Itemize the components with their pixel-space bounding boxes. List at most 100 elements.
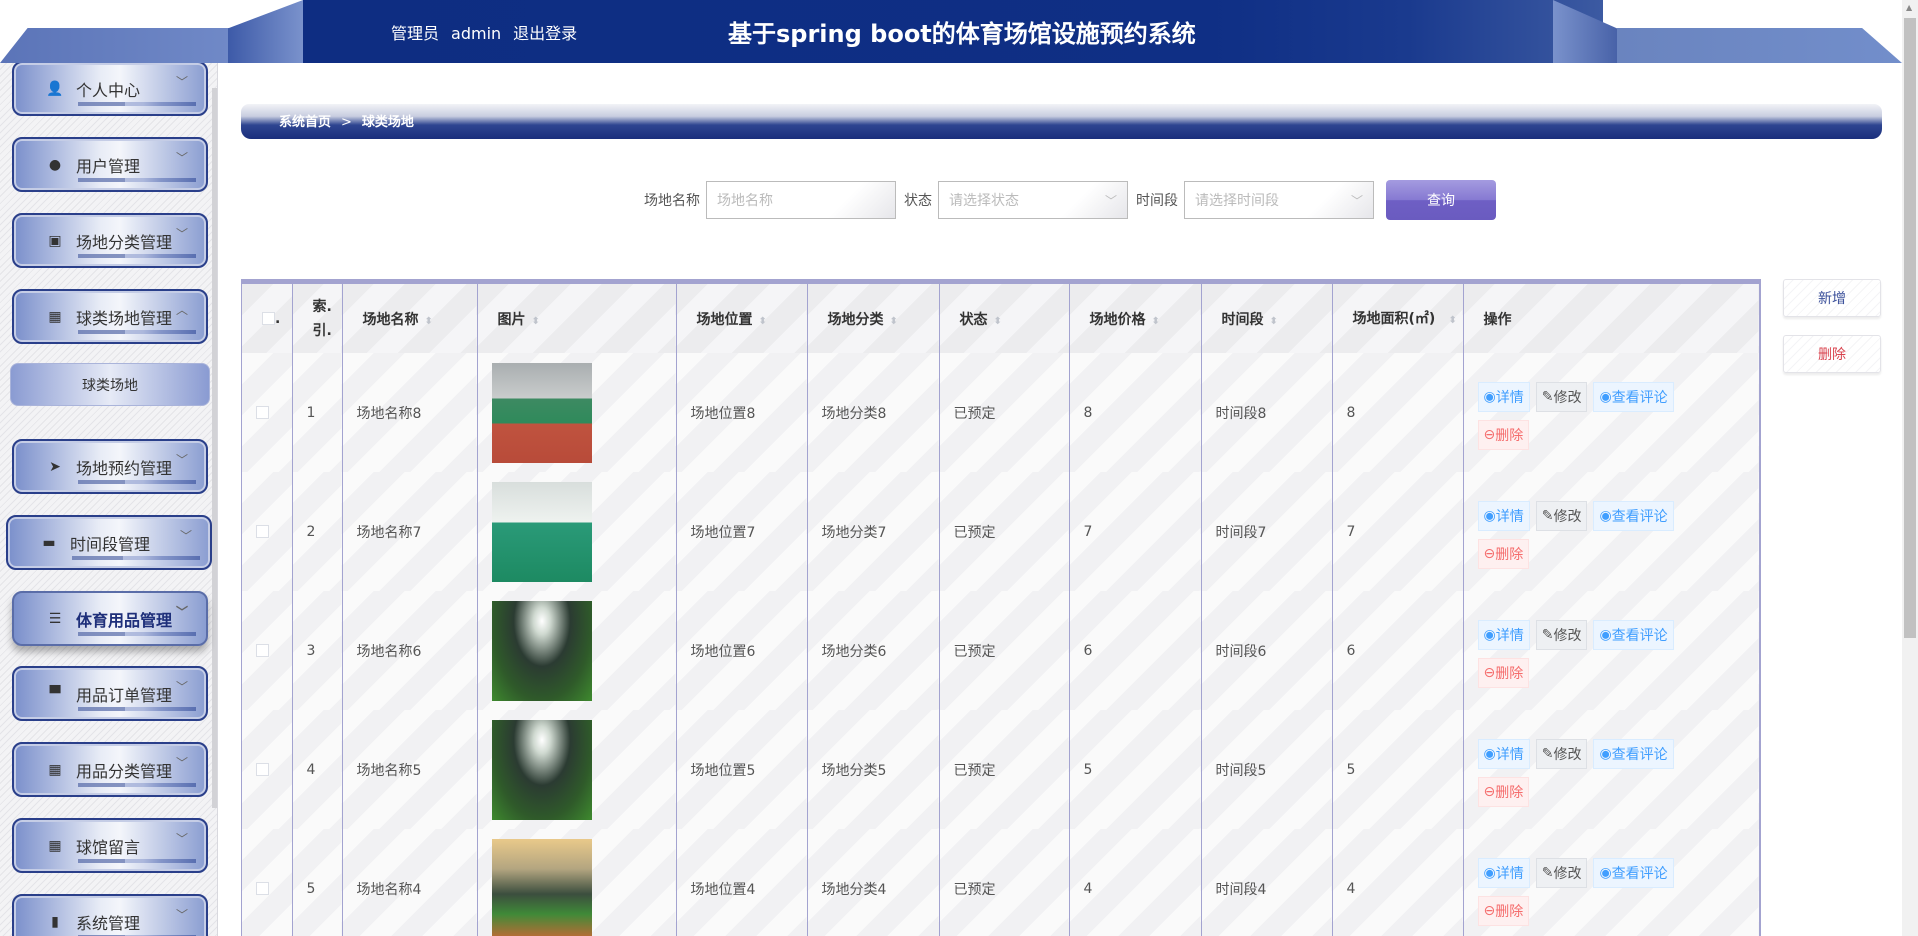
court-image[interactable]	[492, 720, 592, 820]
delete-button[interactable]: ⊖删除	[1478, 539, 1530, 569]
table-header-row: . 索.引.场地名称⬍图片⬍场地位置⬍场地分类⬍状态⬍场地价格⬍时间段⬍场地面积…	[242, 284, 1759, 353]
submenu-item-ball-courts[interactable]: 球类场地	[10, 363, 210, 406]
page-scrollbar[interactable]: ▲	[1902, 0, 1918, 936]
add-button[interactable]: 新增	[1783, 279, 1881, 317]
delete-button[interactable]: ⊖删除	[1478, 777, 1530, 807]
sidebar-item[interactable]: ▦用品分类管理﹀	[12, 742, 208, 797]
sidebar-item[interactable]: ▀用品订单管理﹀	[12, 666, 208, 721]
row-checkbox[interactable]	[256, 406, 269, 419]
sort-icon[interactable]: ⬍	[759, 316, 767, 327]
detail-button[interactable]: ◉详情	[1478, 620, 1530, 650]
chevron-down-icon: ﹀	[176, 678, 188, 695]
status-cell: 已预定	[939, 591, 1069, 710]
row-checkbox-cell[interactable]	[242, 591, 292, 710]
column-header[interactable]: 场地位置⬍	[676, 284, 807, 353]
chevron-down-icon: ﹀	[176, 225, 188, 242]
court-image[interactable]	[492, 482, 592, 582]
comments-button[interactable]: ◉查看评论	[1593, 620, 1673, 650]
sort-icon[interactable]: ⬍	[425, 316, 433, 327]
edit-icon: ✎	[1542, 865, 1554, 881]
sidebar-item[interactable]: ●用户管理﹀	[12, 137, 208, 192]
scroll-up-icon[interactable]: ▲	[1906, 3, 1912, 12]
comments-button[interactable]: ◉查看评论	[1593, 858, 1673, 888]
court-image[interactable]	[492, 839, 592, 936]
delete-button[interactable]: ⊖删除	[1478, 658, 1530, 688]
eye-icon: ◉	[1599, 746, 1611, 762]
edit-button[interactable]: ✎修改	[1536, 382, 1588, 412]
actions-cell: ◉详情✎修改◉查看评论⊖删除	[1463, 829, 1759, 936]
court-image[interactable]	[492, 363, 592, 463]
row-checkbox[interactable]	[256, 763, 269, 776]
sidebar-item[interactable]: ▬时间段管理﹀	[6, 515, 212, 570]
header-label: 场地分类	[828, 312, 884, 328]
eye-icon: ◉	[1599, 389, 1611, 405]
name-input[interactable]: 场地名称	[706, 181, 896, 219]
column-header[interactable]: 场地名称⬍	[342, 284, 477, 353]
batch-delete-button[interactable]: 删除	[1783, 335, 1881, 373]
bulb-icon: ●	[46, 157, 64, 173]
sidebar-item[interactable]: ▦球馆留言﹀	[12, 818, 208, 873]
sort-icon[interactable]: ⬍	[1449, 315, 1457, 326]
row-checkbox-cell[interactable]	[242, 472, 292, 591]
delete-button[interactable]: ⊖删除	[1478, 420, 1530, 450]
sidebar-item[interactable]: ☰体育用品管理﹀	[12, 591, 208, 646]
delete-label: 删除	[1495, 544, 1523, 564]
column-header[interactable]: 状态⬍	[939, 284, 1069, 353]
scrollbar-thumb[interactable]	[1904, 18, 1916, 638]
edit-button[interactable]: ✎修改	[1536, 620, 1588, 650]
column-header[interactable]: 图片⬍	[477, 284, 676, 353]
status-cell: 已预定	[939, 472, 1069, 591]
comments-button[interactable]: ◉查看评论	[1593, 382, 1673, 412]
header-decoration	[228, 0, 303, 63]
name-cell: 场地名称7	[342, 472, 477, 591]
sidebar-item[interactable]: ▮系统管理﹀	[12, 894, 208, 936]
detail-button[interactable]: ◉详情	[1478, 382, 1530, 412]
location-cell: 场地位置4	[676, 829, 807, 936]
edit-button[interactable]: ✎修改	[1536, 501, 1588, 531]
breadcrumb-home[interactable]: 系统首页	[279, 115, 331, 130]
row-checkbox[interactable]	[256, 644, 269, 657]
detail-button[interactable]: ◉详情	[1478, 501, 1530, 531]
row-checkbox[interactable]	[256, 882, 269, 895]
delete-button[interactable]: ⊖删除	[1478, 896, 1530, 926]
comments-button[interactable]: ◉查看评论	[1593, 739, 1673, 769]
edit-button[interactable]: ✎修改	[1536, 739, 1588, 769]
sort-icon[interactable]: ⬍	[1152, 316, 1160, 327]
sort-icon[interactable]: ⬍	[890, 316, 898, 327]
clipboard-x-icon: ▣	[46, 233, 64, 249]
sort-icon[interactable]: ⬍	[994, 316, 1002, 327]
sidebar-item[interactable]: ➤场地预约管理﹀	[12, 439, 208, 494]
chevron-up-icon: ︿	[176, 301, 188, 318]
detail-button[interactable]: ◉详情	[1478, 739, 1530, 769]
logout-link[interactable]: 退出登录	[513, 24, 577, 43]
column-header[interactable]: 场地面积(㎡)⬍	[1332, 284, 1463, 353]
select-all-checkbox[interactable]: .	[242, 284, 292, 353]
sidebar-item[interactable]: ▣场地分类管理﹀	[12, 213, 208, 268]
row-checkbox-cell[interactable]	[242, 353, 292, 472]
eye-icon: ◉	[1484, 508, 1496, 524]
edit-button[interactable]: ✎修改	[1536, 858, 1588, 888]
time-select[interactable]: 请选择时间段﹀	[1184, 181, 1374, 219]
row-checkbox[interactable]	[256, 525, 269, 538]
row-checkbox-cell[interactable]	[242, 710, 292, 829]
edit-icon: ✎	[1542, 746, 1554, 762]
sort-icon[interactable]: ⬍	[532, 316, 540, 327]
column-header[interactable]: 场地分类 ⬍	[807, 284, 939, 353]
breadcrumb-separator: >	[341, 115, 352, 130]
sidebar-scrollbar[interactable]	[212, 88, 217, 808]
row-checkbox-cell[interactable]	[242, 829, 292, 936]
query-button[interactable]: 查询	[1386, 180, 1496, 220]
sidebar-item[interactable]: ▦球类场地管理︿	[12, 289, 208, 344]
status-select[interactable]: 请选择状态﹀	[938, 181, 1128, 219]
status-cell: 已预定	[939, 829, 1069, 936]
sort-icon[interactable]: ⬍	[1270, 316, 1278, 327]
column-header[interactable]: 时间段⬍	[1201, 284, 1332, 353]
search-form: 场地名称 场地名称 状态 请选择状态﹀ 时间段 请选择时间段﹀ 查询	[644, 180, 1496, 220]
edit-label: 修改	[1553, 863, 1581, 883]
court-image[interactable]	[492, 601, 592, 701]
clipboard-icon: ▮	[46, 914, 64, 930]
column-header[interactable]: 场地价格⬍	[1069, 284, 1201, 353]
sidebar-item[interactable]: 👤个人中心﹀	[12, 63, 208, 116]
comments-button[interactable]: ◉查看评论	[1593, 501, 1673, 531]
detail-button[interactable]: ◉详情	[1478, 858, 1530, 888]
